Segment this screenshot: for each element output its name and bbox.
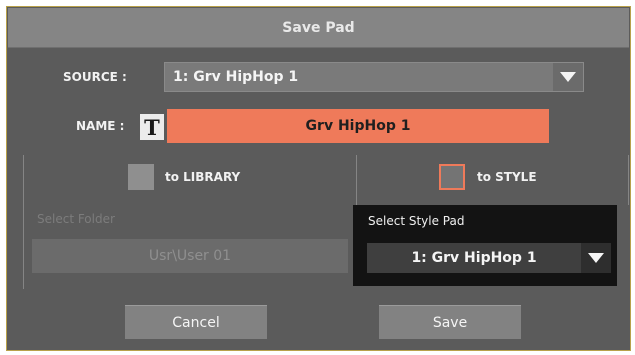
to-style-checkbox[interactable] — [439, 164, 465, 190]
center-divider — [356, 155, 357, 205]
right-divider — [628, 155, 629, 205]
text-edit-icon[interactable]: T — [140, 114, 164, 140]
style-pad-value: 1: Grv HipHop 1 — [411, 250, 537, 266]
to-style-label[interactable]: to STYLE — [477, 170, 537, 184]
style-pad-select[interactable]: 1: Grv HipHop 1 — [367, 243, 611, 273]
cancel-button[interactable]: Cancel — [125, 305, 267, 339]
source-label: SOURCE : — [63, 70, 127, 84]
source-select[interactable]: 1: Grv HipHop 1 — [164, 62, 584, 92]
save-button[interactable]: Save — [379, 305, 521, 339]
left-divider — [23, 155, 24, 289]
dialog-title: Save Pad — [8, 8, 629, 48]
select-style-pad-label: Select Style Pad — [368, 214, 465, 228]
to-library-label[interactable]: to LIBRARY — [165, 170, 240, 184]
select-style-pad-panel: Select Style Pad 1: Grv HipHop 1 — [353, 205, 617, 286]
to-library-checkbox[interactable] — [128, 164, 154, 190]
chevron-down-icon — [588, 253, 604, 263]
chevron-down-icon — [560, 72, 576, 82]
style-pad-dropdown-button[interactable] — [581, 243, 611, 273]
source-value: 1: Grv HipHop 1 — [173, 69, 299, 85]
select-folder-label: Select Folder — [37, 212, 115, 226]
name-label: NAME : — [76, 119, 125, 133]
folder-field: Usr\User 01 — [32, 239, 348, 273]
save-pad-dialog: Save Pad SOURCE : 1: Grv HipHop 1 NAME :… — [6, 6, 631, 351]
source-dropdown-button[interactable] — [553, 63, 583, 91]
name-field[interactable]: Grv HipHop 1 — [167, 109, 549, 143]
